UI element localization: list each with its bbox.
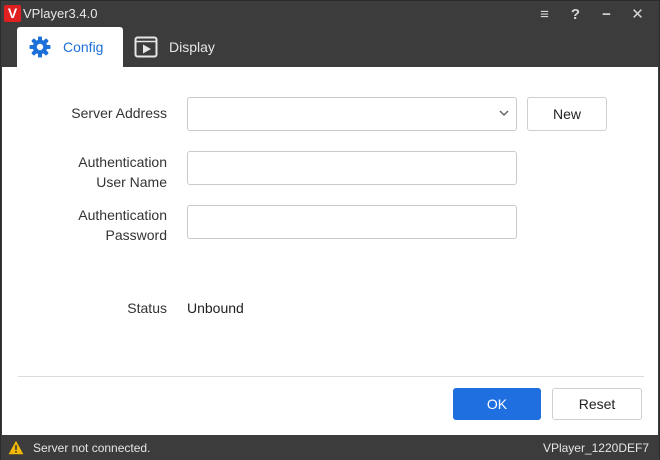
auth-username-label-line2: User Name xyxy=(96,174,167,190)
status-label: Status xyxy=(127,300,167,316)
minimize-icon[interactable]: − xyxy=(591,1,622,27)
server-address-combobox[interactable] xyxy=(187,97,517,131)
chevron-down-icon[interactable] xyxy=(498,107,510,119)
tab-config[interactable]: Config xyxy=(17,27,123,67)
title-bar: V VPlayer3.4.0 ≡ ? − ✕ xyxy=(1,1,659,27)
config-panel: Server Address New Authentication User N… xyxy=(2,67,658,435)
app-logo-icon: V xyxy=(4,5,21,22)
device-id: VPlayer_1220DEF7 xyxy=(542,441,649,455)
auth-username-field[interactable] xyxy=(187,151,517,185)
auth-password-label-line2: Password xyxy=(105,227,167,243)
auth-password-label: Authentication Password xyxy=(42,205,167,245)
app-window: V VPlayer3.4.0 ≡ ? − ✕ Config Display Se… xyxy=(0,0,660,460)
tab-bar: Config Display xyxy=(1,27,659,67)
window-controls: ≡ ? − ✕ xyxy=(529,1,653,27)
tab-display-label: Display xyxy=(169,39,215,55)
status-bar: Server not connected. VPlayer_1220DEF7 xyxy=(1,435,659,460)
server-address-label: Server Address xyxy=(71,105,167,121)
app-title: VPlayer3.4.0 xyxy=(23,6,98,21)
status-message: Server not connected. xyxy=(33,441,151,455)
ok-button[interactable]: OK xyxy=(453,388,541,420)
close-icon[interactable]: ✕ xyxy=(622,1,653,27)
auth-password-input[interactable] xyxy=(188,206,516,238)
new-server-button[interactable]: New xyxy=(527,97,607,131)
display-icon xyxy=(133,34,159,60)
warning-icon xyxy=(8,440,24,455)
gear-icon xyxy=(27,34,53,60)
server-address-input[interactable] xyxy=(188,98,516,130)
tab-display[interactable]: Display xyxy=(131,27,231,67)
auth-username-input[interactable] xyxy=(188,152,516,184)
menu-icon[interactable]: ≡ xyxy=(529,1,560,27)
reset-button[interactable]: Reset xyxy=(552,388,642,420)
auth-username-label: Authentication User Name xyxy=(42,152,167,192)
tab-config-label: Config xyxy=(63,39,104,55)
status-value: Unbound xyxy=(187,300,244,316)
help-icon[interactable]: ? xyxy=(560,1,591,27)
auth-username-label-line1: Authentication xyxy=(78,154,167,170)
auth-password-label-line1: Authentication xyxy=(78,207,167,223)
footer-divider xyxy=(18,376,644,377)
auth-password-field[interactable] xyxy=(187,205,517,239)
